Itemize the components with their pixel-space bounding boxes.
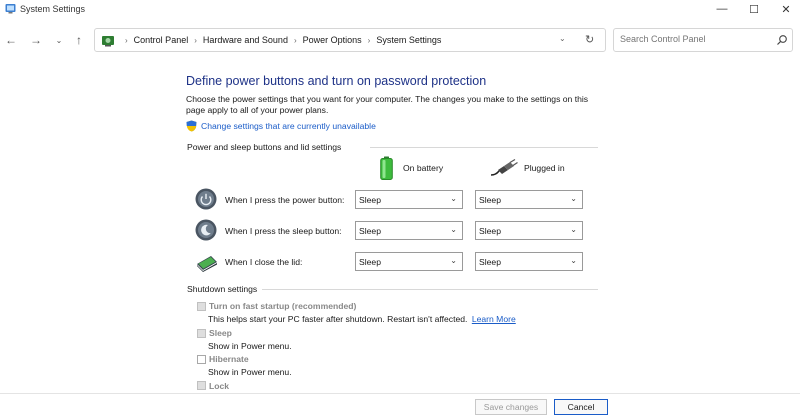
minimize-button[interactable]: —	[704, 0, 740, 18]
section-divider	[370, 147, 598, 148]
page-title: Define power buttons and turn on passwor…	[186, 74, 487, 88]
lock-menu-option[interactable]: Lock	[197, 381, 229, 390]
hibernate-description: Show in Power menu.	[208, 367, 292, 377]
sleep-button-plugged-in-select[interactable]: Sleep ⌄	[475, 221, 583, 240]
scrollbar[interactable]	[793, 56, 800, 392]
power-button-on-battery-value: Sleep	[359, 195, 381, 205]
hibernate-menu-option[interactable]: Hibernate	[197, 354, 249, 364]
page-description: Choose the power settings that you want …	[186, 94, 589, 115]
shutdown-section-heading: Shutdown settings	[187, 284, 258, 294]
power-button-plugged-in-value: Sleep	[479, 195, 501, 205]
breadcrumb-control-panel[interactable]: Control Panel	[134, 35, 189, 45]
close-button[interactable]: ✕	[768, 0, 800, 18]
fast-startup-checkbox[interactable]	[197, 301, 206, 311]
on-battery-column-header: On battery	[380, 156, 443, 180]
sleep-button-icon	[195, 219, 217, 241]
breadcrumb-system-settings[interactable]: System Settings	[376, 35, 441, 45]
maximize-button[interactable]: ☐	[736, 0, 772, 18]
fast-startup-label: Turn on fast startup (recommended)	[209, 301, 357, 311]
power-button-on-battery-select[interactable]: Sleep ⌄	[355, 190, 463, 209]
laptop-lid-icon	[197, 256, 217, 272]
breadcrumb-separator[interactable]: ›	[194, 36, 197, 45]
fast-startup-note: This helps start your PC faster after sh…	[208, 314, 468, 324]
breadcrumb-separator: ›	[125, 35, 128, 45]
sleep-button-label: When I press the sleep button:	[225, 226, 342, 236]
breadcrumb: › Control Panel › Hardware and Sound › P…	[119, 35, 441, 45]
close-lid-plugged-in-select[interactable]: Sleep ⌄	[475, 252, 583, 271]
breadcrumb-power-options[interactable]: Power Options	[303, 35, 362, 45]
up-button[interactable]: ↑	[72, 33, 86, 47]
plugged-in-label: Plugged in	[524, 163, 565, 173]
sleep-button-plugged-in-value: Sleep	[479, 226, 501, 236]
chevron-down-icon: ⌄	[450, 194, 457, 203]
close-lid-on-battery-select[interactable]: Sleep ⌄	[355, 252, 463, 271]
chevron-down-icon: ⌄	[570, 194, 577, 203]
control-panel-location-icon	[102, 36, 114, 47]
close-lid-plugged-in-value: Sleep	[479, 257, 501, 267]
sleep-label: Sleep	[209, 328, 232, 338]
chevron-down-icon: ⌄	[450, 256, 457, 265]
search-icon[interactable]	[776, 34, 788, 46]
refresh-button[interactable]: ↻	[585, 33, 594, 46]
change-unavailable-settings-link[interactable]: Change settings that are currently unava…	[186, 120, 376, 132]
hibernate-label: Hibernate	[209, 354, 249, 364]
lock-checkbox[interactable]	[197, 381, 206, 390]
sleep-menu-option[interactable]: Sleep	[197, 328, 232, 338]
learn-more-link[interactable]: Learn More	[472, 314, 516, 324]
address-bar[interactable]: › Control Panel › Hardware and Sound › P…	[94, 28, 606, 52]
fast-startup-description: This helps start your PC faster after sh…	[208, 314, 516, 324]
chevron-down-icon: ⌄	[450, 225, 457, 234]
power-plug-icon	[490, 159, 518, 176]
plugged-in-column-header: Plugged in	[490, 159, 565, 177]
chevron-down-icon: ⌄	[570, 256, 577, 265]
breadcrumb-separator[interactable]: ›	[294, 36, 297, 45]
cancel-button[interactable]: Cancel	[554, 399, 608, 415]
sleep-button-on-battery-select[interactable]: Sleep ⌄	[355, 221, 463, 240]
search-input[interactable]	[620, 34, 770, 44]
window-title: System Settings	[20, 4, 86, 14]
on-battery-label: On battery	[403, 163, 444, 173]
recent-locations-button[interactable]: ⌄	[52, 33, 66, 47]
footer-bar: Save changes Cancel	[0, 393, 800, 420]
power-button-label: When I press the power button:	[225, 195, 345, 205]
navigation-bar: ← → ⌄ ↑ › Control Panel › Hardware and S…	[0, 27, 800, 53]
breadcrumb-separator[interactable]: ›	[368, 36, 371, 45]
hibernate-checkbox[interactable]	[197, 354, 206, 364]
control-panel-app-icon	[5, 4, 16, 14]
power-button-plugged-in-select[interactable]: Sleep ⌄	[475, 190, 583, 209]
close-lid-label: When I close the lid:	[225, 257, 303, 267]
breadcrumb-hardware-and-sound[interactable]: Hardware and Sound	[203, 35, 288, 45]
title-bar: System Settings — ☐ ✕	[0, 0, 800, 20]
power-button-icon	[195, 188, 217, 210]
search-box[interactable]	[613, 28, 793, 52]
battery-icon	[380, 156, 393, 180]
sleep-button-on-battery-value: Sleep	[359, 226, 381, 236]
chevron-down-icon: ⌄	[570, 225, 577, 234]
power-buttons-section-heading: Power and sleep buttons and lid settings	[187, 142, 342, 152]
forward-button[interactable]: →	[29, 33, 43, 47]
change-unavailable-settings-label[interactable]: Change settings that are currently unava…	[201, 121, 376, 131]
close-lid-on-battery-value: Sleep	[359, 257, 381, 267]
lock-label: Lock	[209, 381, 230, 390]
fast-startup-option[interactable]: Turn on fast startup (recommended)	[197, 301, 356, 311]
section-divider	[262, 289, 598, 290]
address-history-dropdown[interactable]: ⌄	[559, 34, 566, 43]
back-button[interactable]: ←	[4, 33, 18, 47]
save-changes-button[interactable]: Save changes	[475, 399, 547, 415]
sleep-checkbox[interactable]	[197, 328, 206, 338]
sleep-description: Show in Power menu.	[208, 341, 292, 351]
uac-shield-icon	[186, 120, 197, 132]
